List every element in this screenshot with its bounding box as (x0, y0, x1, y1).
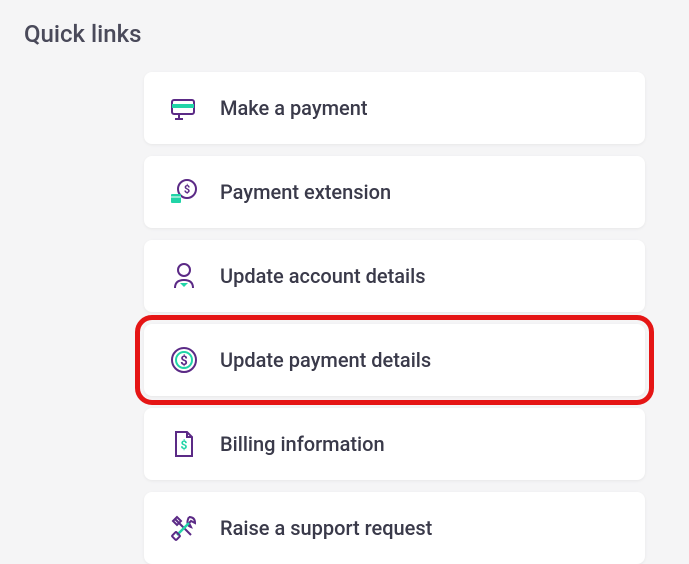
svg-text:$: $ (184, 183, 190, 196)
tools-icon (166, 510, 202, 546)
billing-info-link[interactable]: $ Billing information (144, 408, 645, 480)
quick-links-list: Make a payment $ Payment extension Updat… (24, 72, 665, 564)
support-request-link[interactable]: Raise a support request (144, 492, 645, 564)
calendar-dollar-icon: $ (166, 174, 202, 210)
link-label: Raise a support request (220, 516, 432, 540)
document-dollar-icon: $ (166, 426, 202, 462)
link-label: Payment extension (220, 180, 391, 204)
section-title: Quick links (24, 20, 665, 48)
link-label: Make a payment (220, 96, 368, 120)
make-payment-link[interactable]: Make a payment (144, 72, 645, 144)
link-label: Update account details (220, 264, 426, 288)
link-label: Billing information (220, 432, 385, 456)
link-label: Update payment details (220, 348, 431, 372)
svg-text:$: $ (181, 438, 188, 452)
payment-extension-link[interactable]: $ Payment extension (144, 156, 645, 228)
credit-card-icon (166, 90, 202, 126)
dollar-circle-icon: $ (166, 342, 202, 378)
svg-text:$: $ (180, 354, 187, 369)
update-payment-link[interactable]: $ Update payment details (144, 324, 645, 396)
person-icon (166, 258, 202, 294)
update-account-link[interactable]: Update account details (144, 240, 645, 312)
